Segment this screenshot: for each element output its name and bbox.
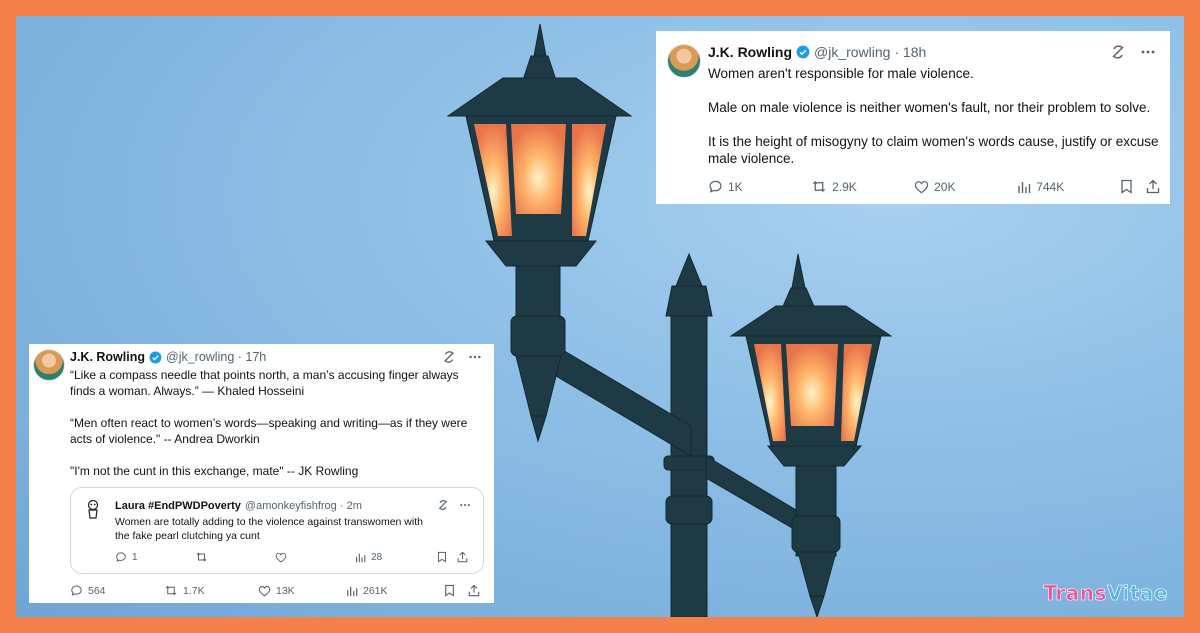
- views-button[interactable]: 28: [355, 552, 437, 563]
- tweet-age[interactable]: 17h: [245, 350, 266, 364]
- quoted-author-handle[interactable]: @amonkeyfishfrog: [245, 500, 337, 512]
- reply-icon: [71, 585, 82, 596]
- reply-button[interactable]: 1: [115, 551, 195, 563]
- tweet-header: J.K. Rowling @jk_rowling · 17h: [70, 350, 266, 364]
- more-icon[interactable]: [1140, 44, 1156, 60]
- retweet-count: 2.9K: [832, 179, 857, 194]
- views-button[interactable]: 261K: [346, 585, 444, 597]
- share-icon: [457, 551, 468, 563]
- like-button[interactable]: 13K: [258, 585, 346, 597]
- author-name[interactable]: J.K. Rowling: [708, 44, 792, 60]
- heart-icon: [914, 180, 929, 193]
- tweet-card-right[interactable]: J.K. Rowling @jk_rowling · 18h Women are…: [656, 31, 1170, 204]
- retweet-button[interactable]: 1.7K: [164, 584, 258, 597]
- avatar[interactable]: [667, 44, 701, 78]
- reply-icon: [709, 180, 722, 193]
- heart-icon: [275, 552, 287, 562]
- verified-badge-icon: [796, 45, 810, 59]
- quoted-author-name[interactable]: Laura #EndPWDPoverty: [115, 500, 241, 512]
- retweet-button[interactable]: 2.9K: [811, 179, 914, 194]
- tweet-body: “Like a compass needle that points north…: [70, 367, 486, 479]
- separator-dot: ·: [336, 500, 347, 512]
- views-count: 28: [371, 551, 383, 563]
- avatar[interactable]: [33, 349, 65, 381]
- views-button[interactable]: 744K: [1017, 180, 1120, 194]
- transvitae-logo: TransVitae: [1043, 581, 1168, 606]
- retweet-icon: [813, 180, 826, 193]
- bookmark-icon: [438, 551, 446, 563]
- like-button[interactable]: 20K: [914, 180, 1017, 194]
- grok-icon[interactable]: [1110, 44, 1126, 60]
- tweet-text-line: It is the height of misogyny to claim wo…: [708, 134, 1159, 166]
- quoted-tweet-top-actions: [437, 499, 471, 511]
- separator-dot: ·: [890, 44, 903, 60]
- retweet-icon: [196, 552, 207, 562]
- quoted-tweet-actions: 1 28: [115, 551, 477, 563]
- quoted-tweet[interactable]: Laura #EndPWDPoverty @amonkeyfishfrog · …: [70, 487, 484, 574]
- bookmark-button[interactable]: [437, 551, 457, 563]
- more-icon[interactable]: [468, 350, 482, 364]
- views-icon: [356, 553, 366, 562]
- grok-icon[interactable]: [437, 499, 449, 511]
- verified-badge-icon: [149, 351, 162, 363]
- retweet-count: 1.7K: [183, 584, 205, 597]
- like-count: 13K: [276, 584, 295, 597]
- bookmark-button[interactable]: [444, 584, 468, 597]
- logo-part-vitae: Vitae: [1106, 581, 1168, 606]
- views-count: 261K: [363, 584, 388, 597]
- share-icon: [1146, 179, 1160, 194]
- tweet-text-line: "I'm not the cunt in this exchange, mate…: [70, 464, 359, 478]
- views-icon: [347, 586, 358, 596]
- reply-button[interactable]: 564: [70, 584, 164, 597]
- heart-icon: [258, 585, 271, 596]
- tweet-body: Women aren't responsible for male violen…: [708, 65, 1164, 167]
- tweet-top-actions: [442, 350, 482, 364]
- bookmark-icon: [1121, 179, 1132, 194]
- tweet-age[interactable]: 18h: [903, 44, 926, 60]
- views-count: 744K: [1036, 179, 1065, 194]
- retweet-button[interactable]: [195, 551, 275, 563]
- tweet-actions: 1K 2.9K 20K 744K: [708, 179, 1160, 194]
- tweet-text-line: Male on male violence is neither women's…: [708, 100, 1151, 115]
- author-name[interactable]: J.K. Rowling: [70, 350, 145, 364]
- author-handle[interactable]: @jk_rowling: [814, 44, 890, 60]
- quoted-tweet-age[interactable]: 2m: [347, 500, 362, 512]
- tweet-text-line: “Men often react to women’s words—speaki…: [70, 416, 468, 446]
- bookmark-button[interactable]: [1120, 179, 1146, 194]
- separator-dot: ·: [234, 350, 246, 364]
- reply-count: 1: [132, 551, 138, 563]
- reply-button[interactable]: 1K: [708, 179, 811, 194]
- quoted-tweet-text: Women are totally adding to the violence…: [115, 516, 423, 542]
- share-button[interactable]: [468, 584, 480, 597]
- bookmark-icon: [445, 584, 454, 597]
- tweet-text-line: Women aren't responsible for male violen…: [708, 66, 974, 81]
- reply-icon: [116, 552, 126, 562]
- retweet-icon: [165, 585, 177, 596]
- author-handle[interactable]: @jk_rowling: [166, 350, 234, 364]
- share-button[interactable]: [1146, 179, 1160, 194]
- tweet-top-actions: [1110, 44, 1156, 60]
- reply-count: 1K: [728, 179, 743, 194]
- avatar[interactable]: [83, 498, 103, 520]
- tweet-text-line: “Like a compass needle that points north…: [70, 368, 459, 398]
- share-icon: [468, 584, 480, 597]
- tweet-actions: 564 1.7K 13K 261K: [70, 584, 486, 597]
- reply-count: 564: [88, 584, 106, 597]
- more-icon[interactable]: [459, 499, 471, 511]
- like-count: 20K: [934, 179, 956, 194]
- tweet-header: J.K. Rowling @jk_rowling · 18h: [708, 44, 926, 60]
- logo-part-trans: Trans: [1043, 581, 1107, 606]
- tweet-card-left[interactable]: J.K. Rowling @jk_rowling · 17h “Like a c…: [29, 344, 494, 603]
- quoted-tweet-header: Laura #EndPWDPoverty @amonkeyfishfrog · …: [115, 500, 362, 512]
- grok-icon[interactable]: [442, 350, 456, 364]
- like-button[interactable]: [275, 552, 355, 563]
- views-icon: [1018, 181, 1031, 193]
- share-button[interactable]: [457, 551, 468, 563]
